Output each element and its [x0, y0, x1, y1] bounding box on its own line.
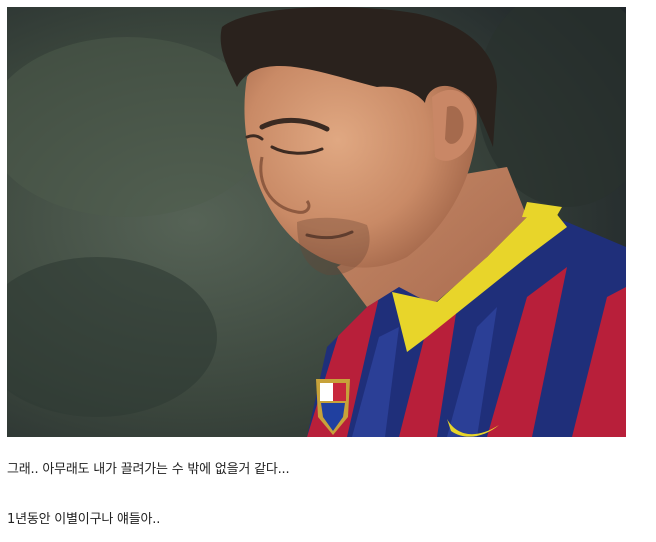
player-photo — [7, 7, 626, 437]
caption-line-2: 1년동안 이별이구나 얘들아.. — [7, 512, 161, 527]
caption-line-1: 그래.. 아무래도 내가 끌려가는 수 밖에 없을거 같다... — [7, 462, 290, 477]
